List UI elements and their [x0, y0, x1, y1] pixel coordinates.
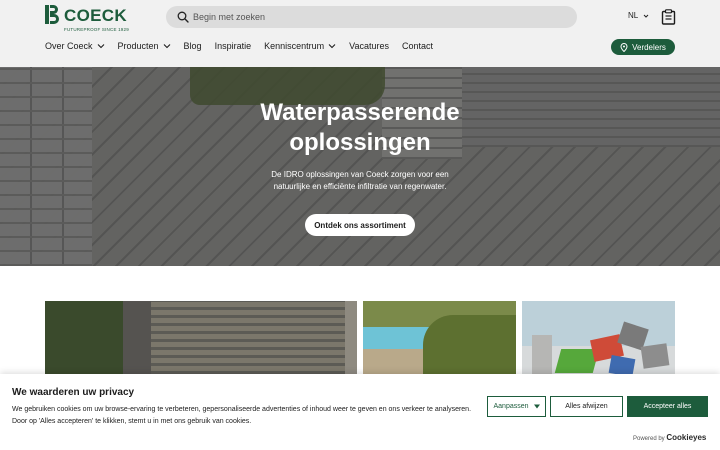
site-header: COECK FUTUREPROOF SINCE 1929 NL Over Coe… [0, 0, 720, 67]
accept-all-button[interactable]: Accepteer alles [627, 396, 708, 417]
inspiration-card-aerial[interactable] [45, 301, 357, 374]
chevron-down-icon [97, 44, 104, 49]
chevron-down-icon [163, 44, 170, 49]
main-nav: Over Coeck Producten Blog Inspiratie Ken… [45, 41, 446, 51]
nav-item-label: Over Coeck [45, 41, 93, 51]
inspiration-card-pool[interactable] [363, 301, 516, 374]
hero-banner: Waterpasserende oplossingen De IDRO oplo… [0, 67, 720, 266]
nav-item-contact[interactable]: Contact [402, 41, 433, 51]
search-bar[interactable] [166, 6, 577, 28]
customize-cookies-button[interactable]: Aanpassen [487, 396, 546, 417]
nav-item-label: Inspiratie [214, 41, 252, 51]
clipboard-icon[interactable] [661, 9, 676, 25]
cookie-text: We gebruiken cookies om uw browse-ervari… [12, 406, 472, 425]
nav-item-kenniscentrum[interactable]: Kenniscentrum [264, 41, 336, 51]
coeck-logo[interactable]: COECK FUTUREPROOF SINCE 1929 [45, 5, 129, 32]
chevron-down-icon [328, 44, 336, 49]
logo-text: COECK [64, 6, 127, 25]
nav-item-label: Kenniscentrum [264, 41, 325, 51]
cookieyes-logo: Cookieyes [666, 433, 707, 442]
cookie-title: We waarderen uw privacy [12, 387, 135, 398]
hero-title: Waterpasserende oplossingen [0, 98, 720, 158]
discover-assortment-button[interactable]: Ontdek ons assortiment [305, 214, 415, 236]
search-icon [177, 11, 189, 23]
logo-tagline: FUTUREPROOF SINCE 1929 [64, 27, 129, 32]
powered-by[interactable]: Powered by Cookieyes [633, 433, 706, 442]
inspiration-card-blocks[interactable] [522, 301, 675, 374]
language-label: NL [628, 11, 639, 20]
reject-all-button[interactable]: Alles afwijzen [550, 396, 623, 417]
distributors-button[interactable]: Verdelers [611, 39, 675, 55]
hero-title-line: oplossingen [289, 129, 431, 156]
nav-item-label: Blog [183, 41, 202, 51]
chevron-down-icon [643, 14, 649, 18]
nav-item-producten[interactable]: Producten [118, 41, 171, 51]
search-input[interactable] [193, 9, 563, 25]
nav-item-label: Contact [401, 41, 434, 51]
powered-by-label: Powered by [633, 436, 665, 442]
nav-item-over-coeck[interactable]: Over Coeck [45, 41, 105, 51]
distributors-label: Verdelers [632, 42, 666, 52]
customize-label: Aanpassen [493, 403, 529, 410]
caret-down-icon [533, 404, 540, 409]
location-pin-icon [620, 42, 628, 52]
nav-item-blog[interactable]: Blog [184, 41, 202, 51]
hero-title-line: Waterpasserende [260, 99, 460, 126]
logo-mark-icon [45, 5, 59, 24]
nav-item-vacatures[interactable]: Vacatures [349, 41, 389, 51]
hero-description: De IDRO oplossingen van Coeck zorgen voo… [271, 170, 449, 191]
nav-item-label: Producten [117, 41, 159, 51]
language-selector[interactable]: NL [628, 11, 649, 20]
nav-item-label: Vacatures [349, 41, 389, 51]
nav-item-inspiratie[interactable]: Inspiratie [215, 41, 252, 51]
